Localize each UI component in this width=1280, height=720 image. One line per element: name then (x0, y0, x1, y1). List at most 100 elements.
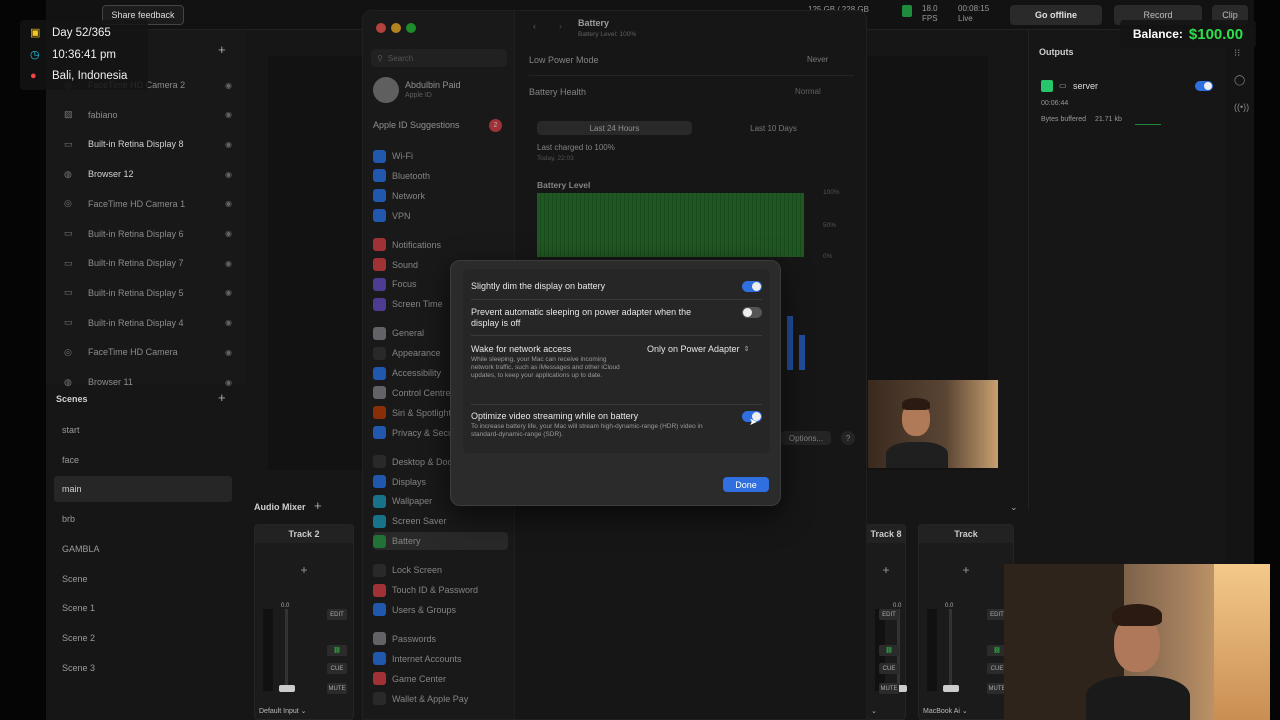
low-power-select[interactable]: Never (807, 55, 828, 64)
broadcast-icon[interactable]: ((•)) (1234, 102, 1249, 112)
visibility-icon[interactable]: ◉ (225, 170, 232, 179)
settings-nav-item[interactable]: Internet Accounts (373, 650, 508, 668)
scene-item[interactable]: brb (54, 506, 232, 532)
mute-button[interactable]: MUTE (327, 683, 347, 694)
track-name[interactable]: Track 2 (255, 525, 353, 543)
output-toggle[interactable] (1195, 81, 1213, 91)
visibility-icon[interactable]: ◉ (225, 348, 232, 357)
visibility-icon[interactable]: ◉ (225, 318, 232, 327)
nav-label: VPN (392, 210, 411, 221)
tab-last-10-days[interactable]: Last 10 Days (696, 121, 851, 135)
settings-nav-item[interactable]: Lock Screen (373, 561, 508, 579)
scene-item[interactable]: face (54, 447, 232, 473)
input-device-select[interactable]: ⌄ (871, 707, 877, 715)
visibility-icon[interactable]: ◉ (225, 110, 232, 119)
tab-last-24-hours[interactable]: Last 24 Hours (537, 121, 692, 135)
add-track-icon[interactable]: + (314, 498, 322, 513)
options-button[interactable]: Options... (781, 431, 831, 445)
source-item[interactable]: ▭ Built-in Retina Display 6 ◉ (46, 219, 236, 249)
minimize-window-icon[interactable] (391, 23, 401, 33)
settings-search[interactable]: ⚲ Search (371, 49, 507, 67)
outputs-panel: Outputs ▭ server 00:06:44 Bytes buffered… (1028, 30, 1218, 510)
optimize-video-desc: To increase battery life, your Mac will … (471, 423, 703, 438)
volume-slider-handle[interactable] (943, 685, 959, 692)
zoom-window-icon[interactable] (406, 23, 416, 33)
scene-item[interactable]: main (54, 476, 232, 503)
add-filter-icon[interactable]: + (867, 563, 905, 577)
add-filter-icon[interactable]: + (919, 563, 1013, 577)
chevron-down-icon[interactable]: ⌄ (1010, 502, 1018, 513)
stream-info-overlay: ▣ Day 52/365 ◷ 10:36:41 pm ● Bali, Indon… (20, 20, 148, 90)
back-icon[interactable]: ‹ (533, 21, 536, 31)
track-name[interactable]: Track 8 (867, 525, 905, 543)
scene-item[interactable]: Scene 2 (54, 625, 232, 651)
source-item[interactable]: ▭ Built-in Retina Display 4 ◉ (46, 308, 236, 338)
chat-icon[interactable]: ◯ (1234, 75, 1245, 86)
settings-nav-item[interactable]: Passwords (373, 630, 508, 648)
wake-network-select[interactable]: Only on Power Adapter ⇕ (647, 344, 749, 354)
edit-button[interactable]: EDIT (879, 609, 899, 620)
done-button[interactable]: Done (723, 477, 769, 492)
settings-nav-item[interactable]: Wi-Fi (373, 147, 508, 165)
add-filter-icon[interactable]: + (255, 563, 353, 577)
source-item[interactable]: ◍ Browser 11 ◉ (46, 367, 236, 397)
forward-icon[interactable]: › (559, 21, 562, 31)
settings-nav-item[interactable]: Users & Groups (373, 601, 508, 619)
visibility-icon[interactable]: ◉ (225, 199, 232, 208)
edit-button[interactable]: EDIT (327, 609, 347, 620)
avatar[interactable] (373, 77, 399, 103)
source-item[interactable]: ▭ Built-in Retina Display 7 ◉ (46, 248, 236, 278)
help-button[interactable]: ? (841, 431, 855, 445)
source-item[interactable]: ▨ fabiano ◉ (46, 100, 236, 130)
go-offline-button[interactable]: Go offline (1010, 5, 1102, 25)
visibility-icon[interactable]: ◉ (225, 378, 232, 387)
link-icon[interactable]: ⛓ (327, 645, 347, 656)
settings-nav-item[interactable]: Wallet & Apple Pay (373, 690, 508, 708)
visibility-icon[interactable]: ◉ (225, 288, 232, 297)
settings-nav-item[interactable]: Game Center (373, 670, 508, 688)
scene-item[interactable]: Scene 1 (54, 595, 232, 621)
settings-nav-item[interactable]: Notifications (373, 236, 508, 254)
source-item[interactable]: ◎ FaceTime HD Camera ◉ (46, 337, 236, 367)
track-name-text: Track (954, 529, 978, 539)
add-scene-icon[interactable]: + (218, 390, 226, 405)
grid-icon[interactable]: ⁝⁝ (1234, 48, 1240, 59)
balance-label: Balance: (1132, 27, 1183, 41)
scene-item[interactable]: Scene 3 (54, 655, 232, 681)
volume-slider-handle[interactable] (279, 685, 295, 692)
input-device-select[interactable]: MacBook Ai ⌄ (923, 707, 968, 715)
scene-item[interactable]: Scene (54, 566, 232, 592)
prevent-sleep-toggle[interactable] (742, 307, 762, 318)
settings-nav-item[interactable]: Network (373, 187, 508, 205)
input-device-select[interactable]: Default Input ⌄ (259, 707, 307, 715)
settings-nav-item[interactable]: Bluetooth (373, 167, 508, 185)
fps-value: 18.0 (922, 4, 938, 13)
visibility-icon[interactable]: ◉ (225, 81, 232, 90)
close-window-icon[interactable] (376, 23, 386, 33)
scene-item[interactable]: GAMBLA (54, 536, 232, 562)
settings-nav-item[interactable]: VPN (373, 207, 508, 225)
mute-button[interactable]: MUTE (879, 683, 899, 694)
source-item[interactable]: ◍ Browser 12 ◉ (46, 159, 236, 189)
nav-label: Displays (392, 476, 427, 487)
source-item[interactable]: ▭ Built-in Retina Display 8 ◉ (46, 129, 236, 159)
visibility-icon[interactable]: ◉ (225, 259, 232, 268)
display-icon: ▭ (64, 228, 73, 238)
apple-id-suggestions[interactable]: Apple ID Suggestions (373, 120, 460, 130)
visibility-icon[interactable]: ◉ (225, 140, 232, 149)
link-icon[interactable]: ⛓ (879, 645, 899, 656)
cue-button[interactable]: CUE (327, 663, 347, 674)
track-name[interactable]: Track (919, 525, 1013, 543)
cue-button[interactable]: CUE (879, 663, 899, 674)
scene-item[interactable]: start (54, 417, 232, 443)
add-source-icon[interactable]: + (218, 42, 226, 57)
dim-display-toggle[interactable] (742, 281, 762, 292)
source-item[interactable]: ◎ FaceTime HD Camera 1 ◉ (46, 189, 236, 219)
settings-nav-item[interactable]: Battery (373, 532, 508, 551)
settings-nav-item[interactable]: Screen Saver (373, 512, 508, 530)
source-item[interactable]: ▭ Built-in Retina Display 5 ◉ (46, 278, 236, 308)
settings-nav-item[interactable]: Touch ID & Password (373, 581, 508, 599)
person-hair (1112, 604, 1162, 626)
webcam-large (1004, 564, 1270, 720)
visibility-icon[interactable]: ◉ (225, 229, 232, 238)
